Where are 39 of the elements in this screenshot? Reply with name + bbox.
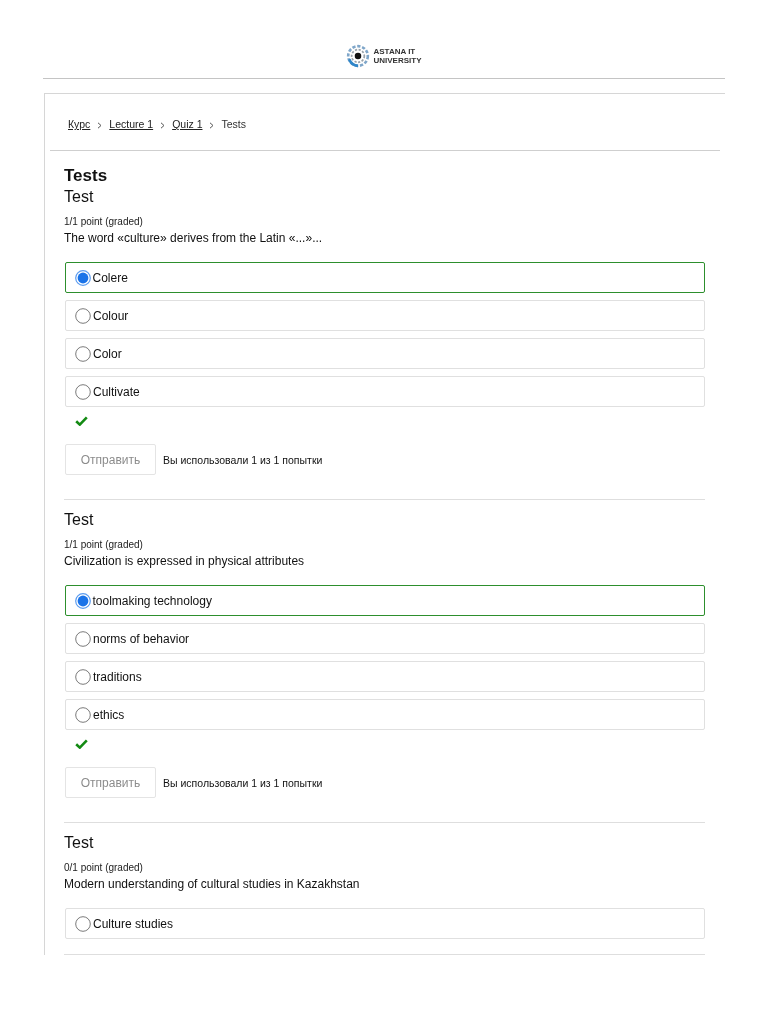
answer-option[interactable]: ethics: [65, 699, 705, 730]
radio-icon[interactable]: [75, 345, 91, 362]
answer-option[interactable]: Colere: [65, 262, 705, 293]
points-label: 1/1 point (graded): [64, 215, 144, 229]
points-label: 0/1 point (graded): [64, 861, 144, 875]
answer-option[interactable]: norms of behavior: [65, 623, 705, 654]
radio-icon[interactable]: [74, 592, 91, 609]
question-text: The word «culture» derives from the Latin «...»...: [64, 230, 324, 246]
answer-option[interactable]: Cultivate: [65, 376, 705, 407]
chevron-icon: [160, 122, 166, 129]
breadcrumb-link[interactable]: Lecture 1: [109, 118, 154, 130]
answer-option[interactable]: Culture studies: [65, 908, 705, 939]
answer-option[interactable]: Color: [65, 338, 705, 369]
answer-option[interactable]: toolmaking technology: [65, 585, 705, 616]
question-text: Modern understanding of cultural studies in Kazakhstan: [64, 876, 361, 892]
question-text: Civilization is expressed in physical attributes: [64, 553, 306, 569]
radio-icon[interactable]: [75, 383, 91, 400]
logo-wordmark: ASTANA IT UNIVERSITY: [373, 47, 422, 65]
answer-option[interactable]: Colour: [65, 300, 705, 331]
points-label: 1/1 point (graded): [64, 538, 144, 552]
radio-icon[interactable]: [75, 706, 91, 723]
problem-title: Test: [64, 187, 95, 207]
radio-icon[interactable]: [75, 915, 91, 932]
radio-icon[interactable]: [75, 668, 91, 685]
problem-title: Test: [64, 510, 95, 530]
radio-icon[interactable]: [75, 630, 91, 647]
answer-option[interactable]: traditions: [65, 661, 705, 692]
breadcrumb-current: Tests: [221, 118, 246, 130]
radio-icon[interactable]: [74, 269, 91, 286]
radio-icon[interactable]: [75, 307, 91, 324]
problem-title: Test: [64, 833, 95, 853]
breadcrumb-link[interactable]: Курс: [68, 118, 91, 130]
logo-emblem-icon: [346, 44, 371, 68]
chevron-icon: [97, 122, 103, 129]
attempts-text: Вы использовали 1 из 1 попытки: [163, 776, 323, 789]
breadcrumb-link[interactable]: Quiz 1: [172, 118, 203, 130]
chevron-icon: [209, 122, 215, 129]
attempts-text: Вы использовали 1 из 1 попытки: [163, 453, 323, 466]
page-title: Tests: [64, 165, 109, 187]
